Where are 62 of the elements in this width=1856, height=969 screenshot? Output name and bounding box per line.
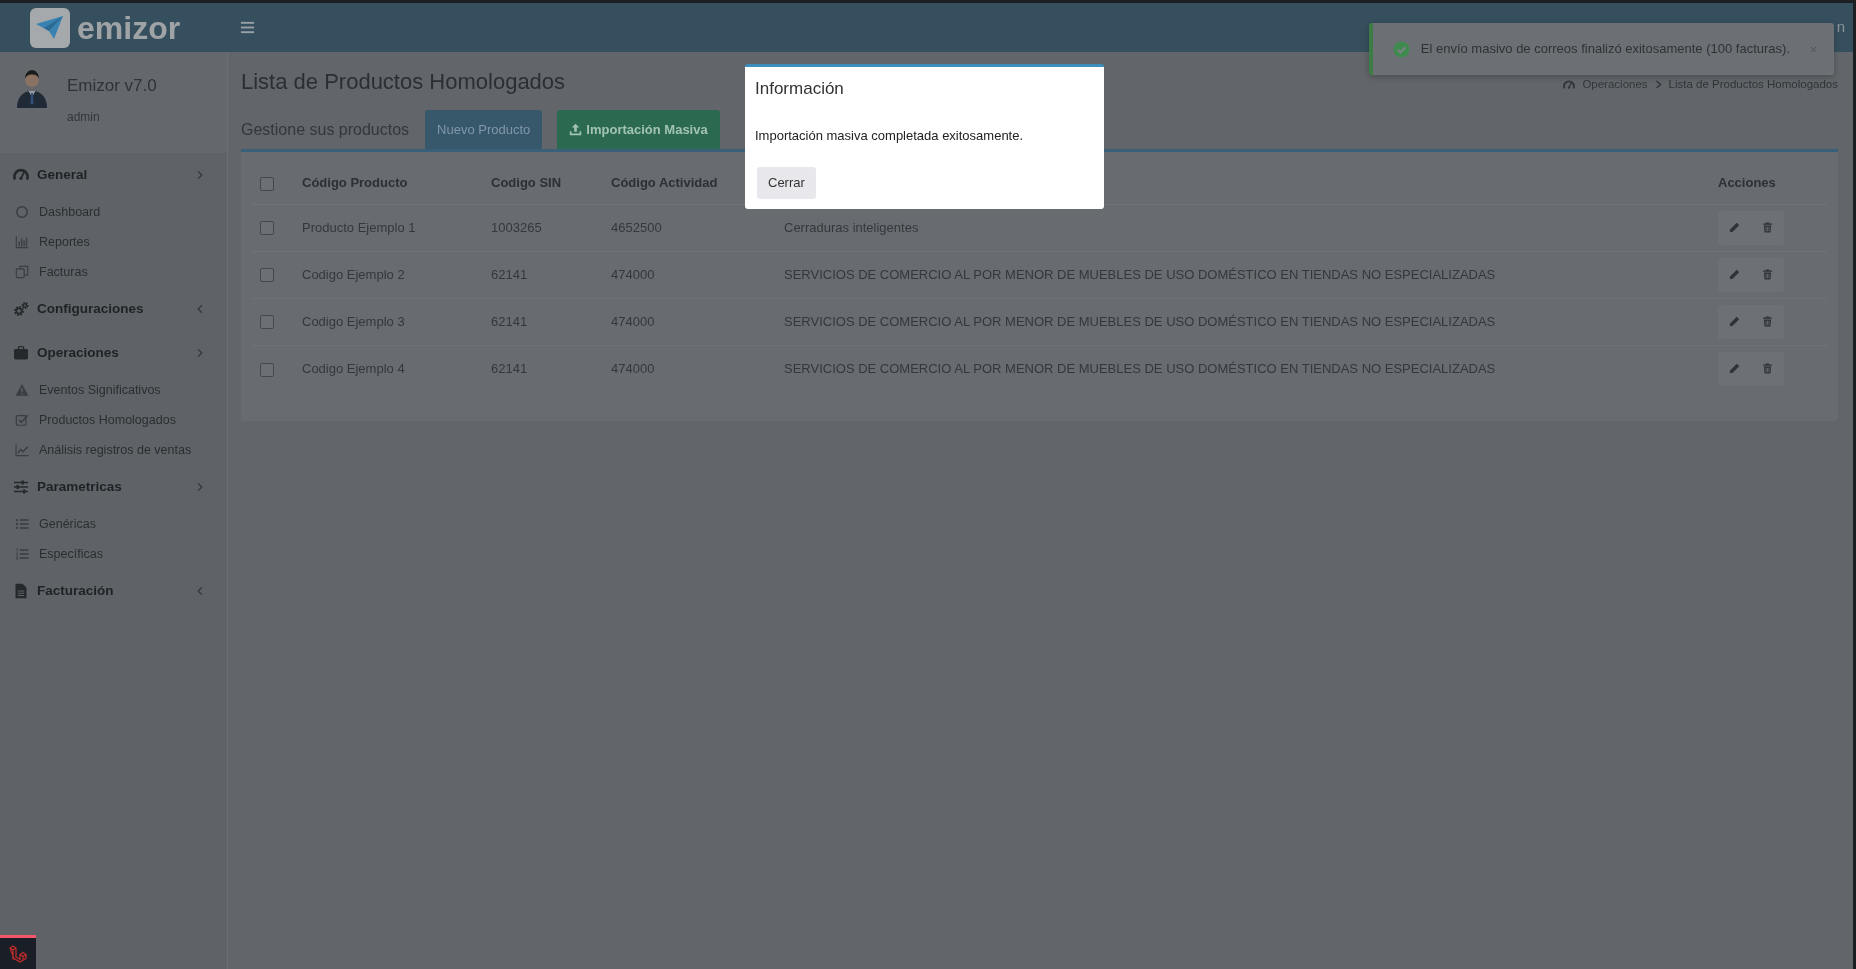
- edit-button[interactable]: [1718, 304, 1751, 339]
- trash-icon: [1762, 316, 1773, 327]
- trash-icon: [1762, 363, 1773, 375]
- import-button[interactable]: Importación Masiva: [557, 110, 720, 149]
- pencil-icon: [1729, 316, 1740, 327]
- circle-icon: [15, 205, 29, 219]
- debug-bar-tab[interactable]: [0, 935, 36, 969]
- row-checkbox[interactable]: [260, 362, 274, 377]
- edit-button[interactable]: [1718, 210, 1751, 245]
- column-header: Acciones: [1706, 162, 1827, 204]
- briefcase-icon: [13, 345, 29, 361]
- menu-group-link[interactable]: Parametricas: [0, 465, 227, 509]
- line-chart-icon: [15, 443, 29, 457]
- column-header: Código Producto: [290, 162, 479, 204]
- column-header: Codigo SIN: [479, 162, 599, 204]
- row-checkbox[interactable]: [260, 315, 274, 330]
- select-all-checkbox[interactable]: [260, 176, 274, 191]
- file-icon: [13, 583, 29, 599]
- new-product-button[interactable]: Nuevo Producto: [425, 110, 543, 149]
- user-menu-text[interactable]: n: [1836, 16, 1845, 39]
- row-checkbox[interactable]: [260, 221, 274, 236]
- delete-button[interactable]: [1751, 257, 1784, 292]
- menu-icon: [240, 20, 255, 35]
- chevron-icon: [1654, 80, 1662, 89]
- upload-icon: [569, 123, 583, 136]
- menu-group-link[interactable]: General: [0, 153, 227, 197]
- numbered-list-icon: [15, 547, 29, 561]
- dialog-message: Importación masiva completada exitosamente.: [754, 127, 1025, 145]
- close-button[interactable]: [1809, 44, 1818, 54]
- menu-button[interactable]: [240, 20, 255, 35]
- dialog-title: Información: [754, 78, 845, 100]
- menu-group-link[interactable]: Operaciones: [0, 331, 227, 375]
- trash-icon: [1762, 269, 1773, 280]
- bar-chart-icon: [15, 235, 29, 249]
- edit-button[interactable]: [1718, 257, 1751, 292]
- close-icon: [1809, 44, 1818, 54]
- sliders-icon: [13, 479, 29, 495]
- delete-button[interactable]: [1751, 210, 1784, 245]
- delete-button[interactable]: [1751, 351, 1784, 386]
- close-button[interactable]: Cerrar: [757, 167, 816, 199]
- warning-icon: [15, 383, 29, 397]
- pencil-icon: [1729, 269, 1740, 280]
- edit-button[interactable]: [1718, 351, 1751, 386]
- user-avatar-icon: [14, 68, 50, 108]
- gauge-icon: [13, 167, 29, 183]
- trash-icon: [1762, 222, 1773, 233]
- menu-group-link[interactable]: Facturación: [0, 569, 227, 613]
- check-square-icon: [15, 413, 29, 427]
- row-checkbox[interactable]: [260, 268, 274, 283]
- list-icon: [15, 517, 29, 531]
- gears-icon: [13, 301, 29, 317]
- paper-plane-logo-icon: [30, 7, 70, 48]
- toast-message: El envío masivo de correos finalizó exitosamente (100 facturas).: [1420, 40, 1790, 59]
- brand-name: emizor: [77, 11, 181, 44]
- menu-group-link[interactable]: Configuraciones: [0, 287, 227, 331]
- pencil-icon: [1729, 363, 1740, 375]
- pencil-icon: [1729, 222, 1740, 233]
- gauge-icon: [1563, 78, 1576, 91]
- delete-button[interactable]: [1751, 304, 1784, 339]
- page-title: Lista de Productos Homologados: [241, 68, 566, 96]
- check-circle-icon: [1392, 40, 1410, 58]
- documents-icon: [15, 265, 29, 279]
